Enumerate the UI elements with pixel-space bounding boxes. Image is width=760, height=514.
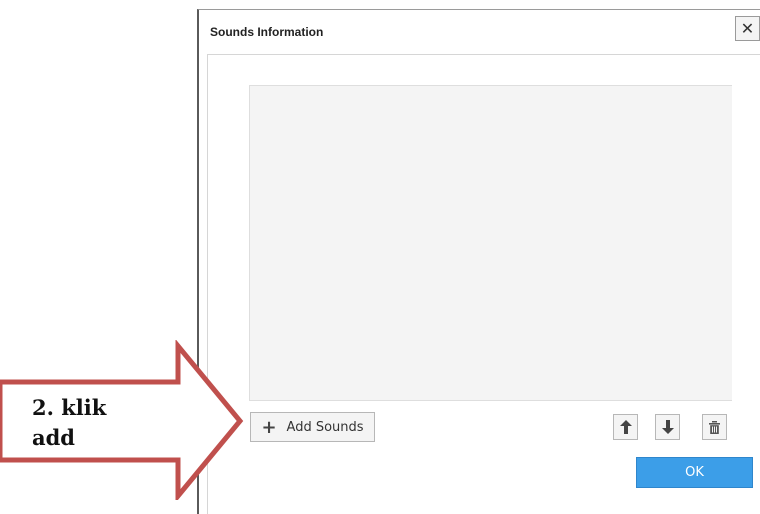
close-button[interactable]: ✕ bbox=[735, 16, 760, 41]
add-sounds-button[interactable]: + Add Sounds bbox=[250, 412, 375, 442]
annotation-text: 2. klik add bbox=[32, 395, 107, 450]
ok-button[interactable]: OK bbox=[636, 457, 753, 488]
sounds-list[interactable] bbox=[249, 85, 732, 401]
plus-icon: + bbox=[261, 416, 277, 438]
dialog-title: Sounds Information bbox=[210, 25, 324, 39]
close-icon: ✕ bbox=[740, 19, 755, 38]
dialog-titlebar: Sounds Information ✕ bbox=[199, 10, 760, 54]
arrow-down-icon bbox=[661, 420, 674, 434]
move-up-button[interactable] bbox=[613, 414, 638, 440]
arrow-up-icon bbox=[619, 420, 632, 434]
move-down-button[interactable] bbox=[655, 414, 680, 440]
add-sounds-label: Add Sounds bbox=[286, 419, 364, 435]
sounds-information-dialog: Sounds Information ✕ + Add Sounds OK bbox=[197, 9, 760, 514]
delete-button[interactable] bbox=[702, 414, 727, 440]
trash-icon bbox=[709, 420, 720, 434]
